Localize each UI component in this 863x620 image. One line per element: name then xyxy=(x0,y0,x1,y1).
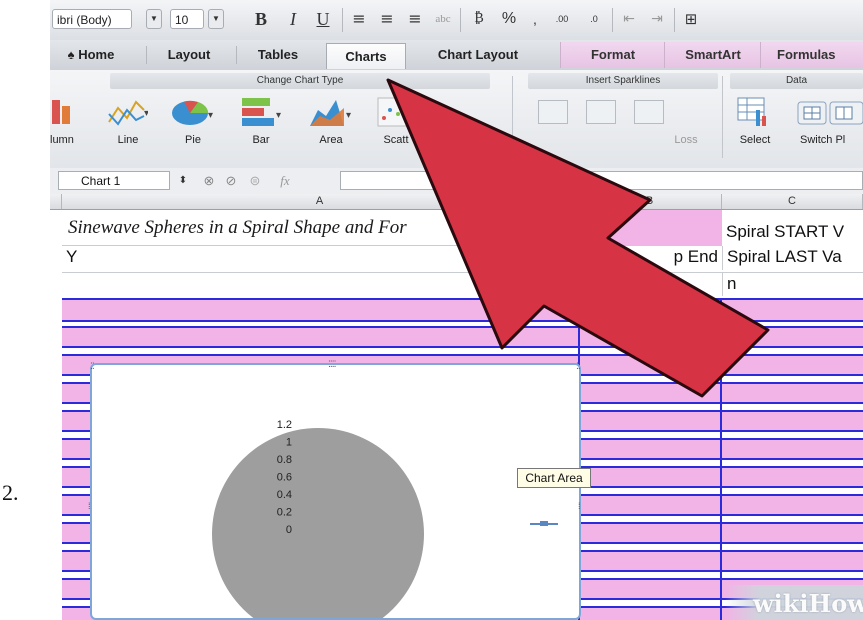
step-number: 2. xyxy=(2,480,19,505)
excel-screenshot: ibri (Body) ▼ 10 ▼ B I U ≡ ≡ ≡ abc ₿ % ,… xyxy=(50,0,863,620)
pointer-arrow-icon xyxy=(386,78,770,398)
wikihow-watermark: wikiHow xyxy=(725,585,863,620)
